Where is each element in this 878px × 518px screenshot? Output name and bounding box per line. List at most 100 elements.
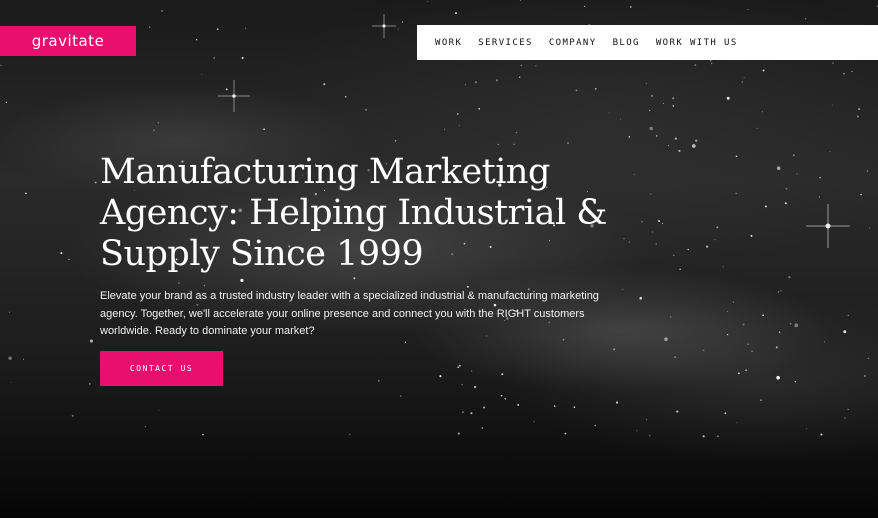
star — [495, 79, 498, 82]
star — [726, 96, 730, 100]
hero-section: gravitate WORK SERVICES COMPANY BLOG WOR… — [0, 0, 878, 518]
star — [567, 142, 569, 144]
star — [473, 385, 477, 389]
star — [676, 410, 679, 413]
nav-item-blog[interactable]: BLOG — [613, 38, 640, 48]
star — [594, 424, 596, 427]
bright-star — [218, 80, 250, 112]
star — [649, 126, 653, 131]
nav-item-company[interactable]: COMPANY — [549, 38, 597, 48]
star — [866, 170, 869, 172]
star — [670, 316, 672, 318]
star — [628, 241, 631, 243]
star — [378, 380, 380, 382]
star — [703, 349, 705, 351]
star — [657, 219, 661, 223]
star — [500, 394, 503, 397]
star — [649, 435, 651, 437]
star — [784, 202, 787, 205]
hero-headline: Manufacturing Marketing Agency: Helping … — [100, 152, 607, 274]
star — [161, 10, 163, 12]
star — [202, 433, 204, 436]
star — [724, 412, 727, 415]
star — [23, 358, 24, 360]
star — [775, 346, 778, 349]
star — [843, 330, 847, 334]
star — [470, 370, 473, 372]
star — [777, 291, 780, 293]
star — [575, 89, 578, 92]
gravitate-logo[interactable]: gravitate — [0, 26, 136, 56]
star — [5, 101, 8, 104]
star — [153, 129, 155, 131]
star — [458, 125, 460, 127]
star — [513, 143, 515, 145]
star — [785, 187, 788, 190]
nav-item-services[interactable]: SERVICES — [478, 38, 533, 48]
star — [475, 81, 477, 83]
star — [481, 427, 484, 429]
star — [89, 339, 93, 343]
bright-star — [806, 204, 850, 248]
star — [824, 341, 825, 343]
star — [794, 323, 799, 328]
star — [240, 278, 244, 283]
star — [394, 140, 397, 142]
star — [517, 403, 520, 406]
star — [457, 366, 460, 369]
star — [869, 227, 871, 229]
star — [455, 12, 457, 15]
star — [8, 311, 11, 313]
star — [691, 144, 696, 148]
star — [780, 290, 782, 292]
star — [8, 356, 12, 360]
star — [353, 277, 356, 280]
star — [439, 375, 442, 378]
star — [0, 64, 2, 66]
star — [726, 311, 728, 312]
star — [761, 111, 763, 113]
star — [672, 105, 675, 107]
nav-item-work[interactable]: WORK — [435, 38, 462, 48]
star — [820, 433, 823, 436]
nav-item-work-with-us[interactable]: WORK WITH US — [656, 38, 738, 48]
star — [662, 102, 664, 104]
star — [427, 1, 429, 3]
star — [641, 221, 643, 223]
star — [702, 435, 705, 438]
star — [533, 421, 535, 423]
star — [847, 408, 849, 411]
star — [365, 109, 367, 111]
star — [60, 252, 63, 255]
star — [735, 192, 737, 194]
star — [806, 428, 807, 430]
star — [678, 149, 681, 152]
star — [158, 409, 160, 411]
star — [695, 139, 698, 142]
star — [497, 143, 499, 146]
star — [401, 21, 404, 23]
star — [397, 28, 399, 30]
star — [636, 430, 638, 432]
star — [225, 88, 228, 91]
star — [738, 372, 740, 375]
star — [345, 96, 347, 98]
star — [743, 77, 745, 79]
star — [630, 6, 632, 8]
star — [244, 27, 247, 29]
star — [515, 131, 518, 134]
star — [608, 112, 610, 114]
star — [520, 64, 522, 66]
star — [149, 26, 151, 28]
star — [764, 205, 767, 208]
star — [649, 110, 651, 112]
star — [639, 296, 642, 300]
star — [750, 234, 753, 237]
hero-description: Elevate your brand as a trusted industry… — [100, 290, 599, 337]
contact-us-button[interactable]: CONTACT US — [100, 351, 223, 386]
star — [829, 151, 831, 153]
bright-star — [372, 14, 396, 38]
star — [71, 414, 74, 417]
star — [762, 314, 764, 317]
star — [762, 69, 765, 72]
